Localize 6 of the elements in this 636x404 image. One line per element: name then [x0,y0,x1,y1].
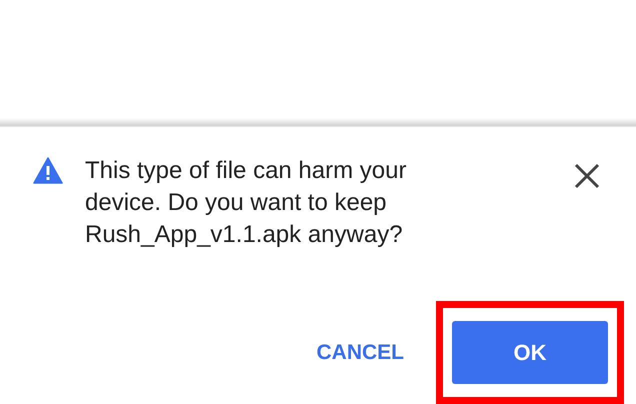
cancel-button[interactable]: CANCEL [300,328,420,376]
ok-button[interactable]: OK [452,321,608,384]
warning-icon [33,157,63,184]
close-icon [574,163,600,189]
close-button[interactable] [572,161,602,191]
warning-message: This type of file can harm your device. Do you want to keep Rush_App_v1.1.apk anyway? [85,156,408,250]
